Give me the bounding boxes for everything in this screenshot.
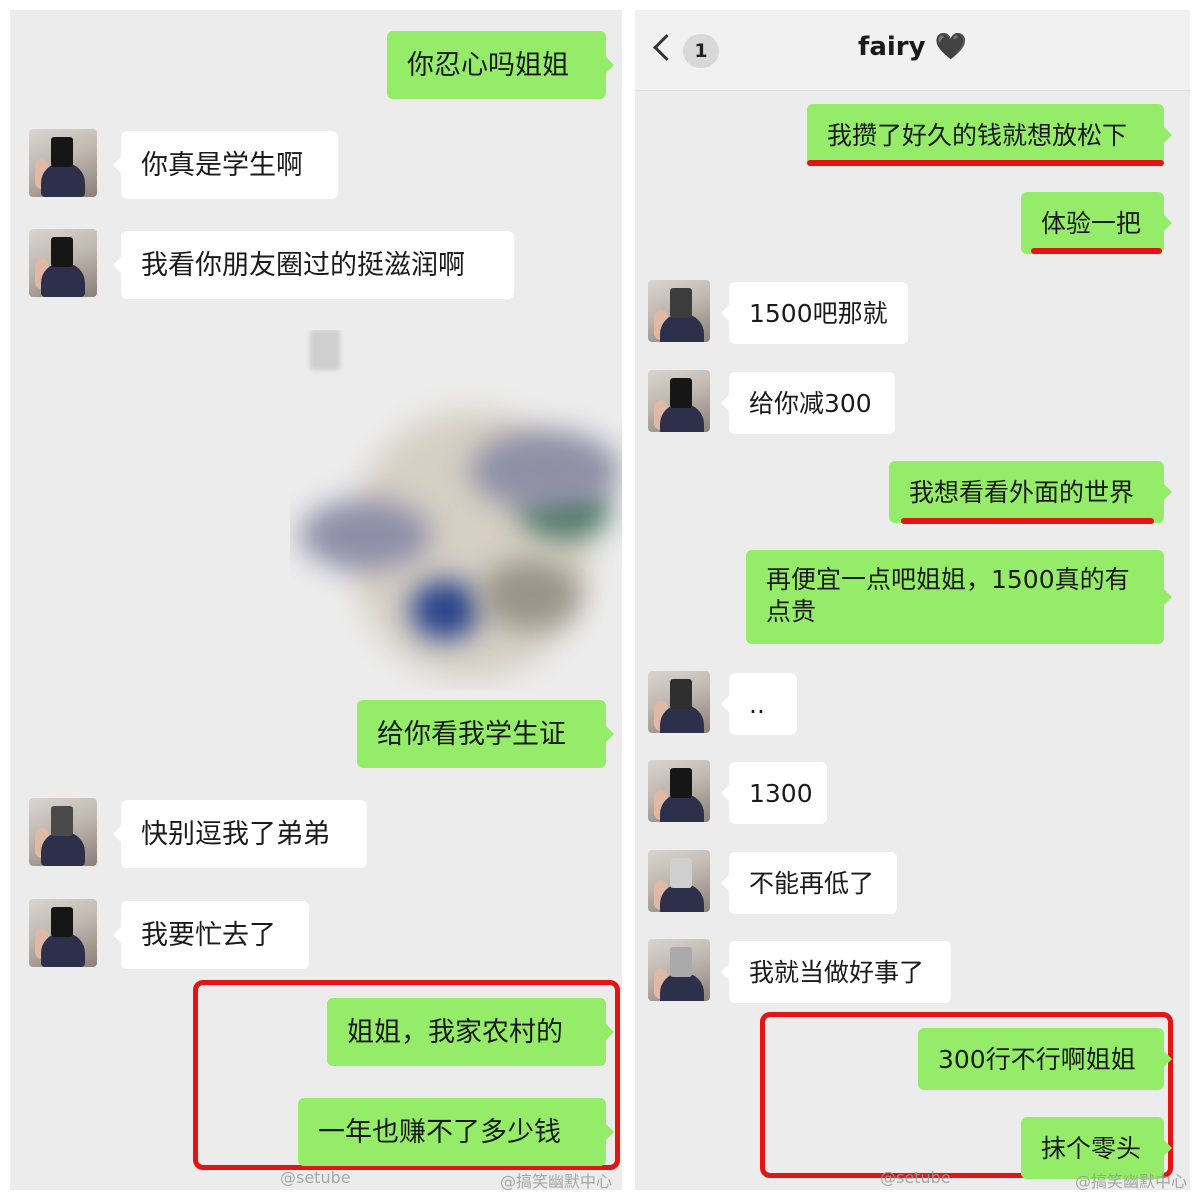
left-chat-panel: 你忍心吗姐姐 你真是学生啊 我看你朋友圈过的挺滋润啊 给你看我学生证 快别逗我了… [10,10,622,1190]
highlight-underline [901,518,1154,524]
message-bubble[interactable]: 快别逗我了弟弟 [113,800,367,868]
contact-avatar[interactable] [29,129,97,197]
contact-avatar[interactable] [29,798,97,866]
message-bubble[interactable]: 我要忙去了 [113,901,309,969]
message-bubble[interactable]: 体验一把 [1021,192,1172,254]
message-bubble[interactable]: 1300 [721,762,827,824]
contact-avatar[interactable] [648,939,710,1001]
contact-avatar[interactable] [648,671,710,733]
student-id-photo-blurred[interactable] [290,330,622,690]
watermark: @搞笑幽默中心 [500,1172,613,1190]
message-bubble[interactable]: 姐姐，我家农村的 [327,998,614,1066]
contact-avatar[interactable] [648,850,710,912]
message-bubble[interactable]: 我就当做好事了 [721,941,951,1003]
highlight-underline [807,160,1164,166]
contact-avatar[interactable] [648,280,710,342]
chat-title: fairy 🖤 [858,32,967,62]
message-bubble[interactable]: 你忍心吗姐姐 [387,31,614,99]
message-bubble[interactable]: 300行不行啊姐姐 [918,1028,1172,1090]
contact-avatar[interactable] [29,229,97,297]
message-bubble[interactable]: 不能再低了 [721,852,897,914]
message-bubble[interactable]: 我攒了好久的钱就想放松下 [807,104,1172,166]
right-chat-panel: 1 fairy 🖤 我攒了好久的钱就想放松下 体验一把 1500吧那就 给你减3… [635,10,1190,1190]
message-bubble[interactable]: 1500吧那就 [721,282,908,344]
highlight-underline [1031,248,1162,254]
message-bubble[interactable]: 你真是学生啊 [113,131,338,199]
message-bubble[interactable]: 给你看我学生证 [357,700,614,768]
contact-avatar[interactable] [648,760,710,822]
watermark: @setube [280,1168,351,1187]
message-bubble[interactable]: 再便宜一点吧姐姐，1500真的有点贵 [746,550,1172,644]
watermark: @setube [880,1168,951,1187]
message-bubble[interactable]: 一年也赚不了多少钱 [298,1098,614,1166]
chat-header: 1 fairy 🖤 [635,10,1190,91]
message-bubble[interactable]: 我看你朋友圈过的挺滋润啊 [113,231,514,299]
contact-avatar[interactable] [648,370,710,432]
contact-avatar[interactable] [29,899,97,967]
message-bubble[interactable]: 我想看看外面的世界 [889,461,1172,523]
watermark: @搞笑幽默中心 [1075,1172,1188,1190]
message-bubble[interactable]: 给你减300 [721,372,895,434]
message-bubble[interactable]: .. [721,673,797,735]
